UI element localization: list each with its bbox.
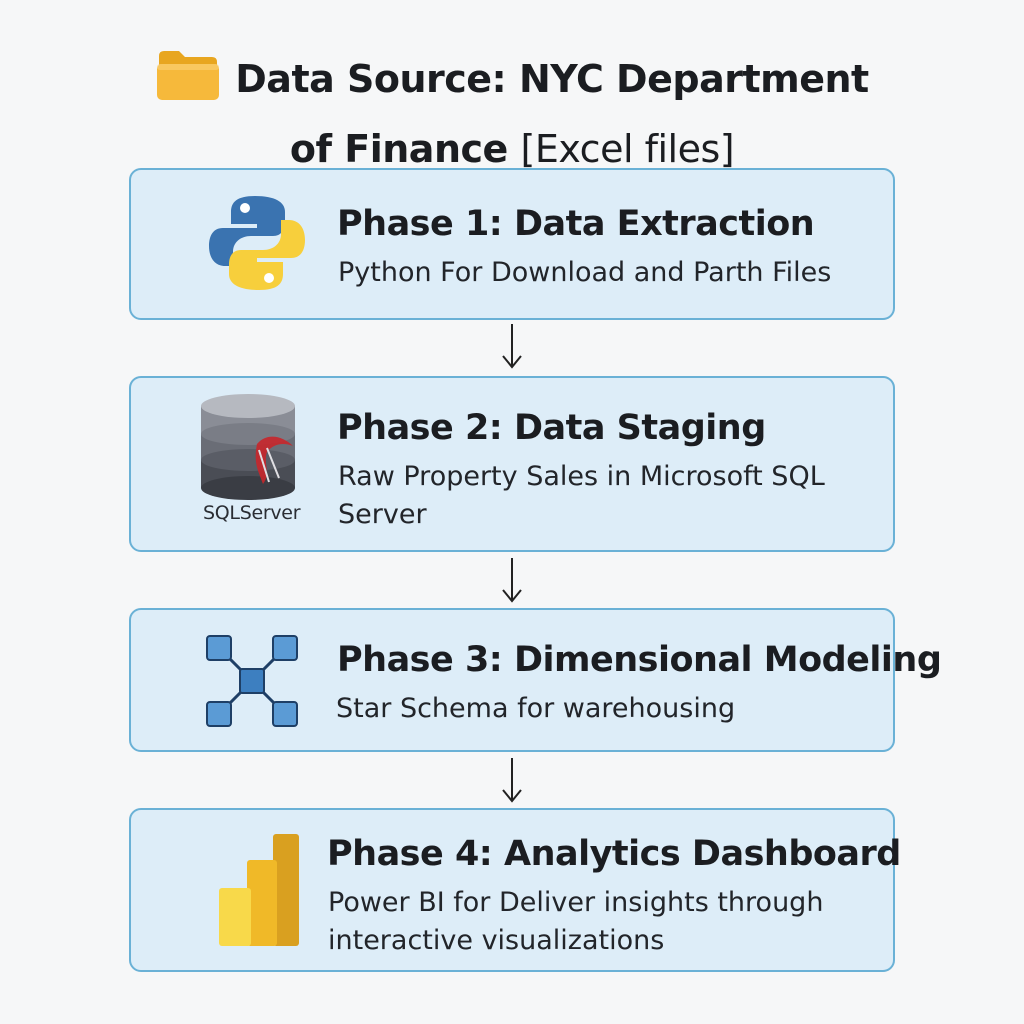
folder-icon: [155, 46, 221, 119]
phase-1-card: Phase 1: Data Extraction Python For Down…: [129, 168, 895, 320]
flow-arrow-3: [502, 758, 522, 803]
phase-1-description: Python For Download and Parth Files: [338, 257, 832, 288]
phase-3-title: Phase 3: Dimensional Modeling: [337, 640, 942, 680]
phase-3-description: Star Schema for warehousing: [336, 693, 736, 724]
flow-arrow-1: [502, 324, 522, 369]
star-schema-icon: [203, 632, 301, 734]
phase-4-title: Phase 4: Analytics Dashboard: [327, 834, 901, 874]
header-title-excel: [Excel files]: [520, 127, 735, 171]
phase-1-title: Phase 1: Data Extraction: [337, 204, 815, 244]
phase-2-card: SQLServer Phase 2: Data Staging Raw Prop…: [129, 376, 895, 552]
phase-3-card: Phase 3: Dimensional Modeling Star Schem…: [129, 608, 942, 752]
header-line-1: Data Source: NYC Department: [0, 46, 1024, 119]
phase-2-title: Phase 2: Data Staging: [337, 408, 766, 448]
sql-server-database-icon: [197, 392, 299, 506]
header-title-line-1: Data Source: NYC Department: [235, 57, 869, 101]
phase-2-description: Raw Property Sales in Microsoft SQL Serv…: [338, 461, 825, 530]
diagram-header: Data Source: NYC Department of Finance […: [0, 46, 1024, 179]
header-title-line-2: of Finance: [289, 127, 508, 171]
flow-arrow-2: [502, 558, 522, 603]
python-logo-icon: [207, 192, 307, 298]
power-bi-logo-icon: [217, 832, 301, 952]
sql-server-icon-label: SQLServer: [203, 502, 301, 524]
phase-4-card: Phase 4: Analytics Dashboard Power BI fo…: [129, 808, 901, 972]
phase-4-description: Power BI for Deliver insights through in…: [328, 887, 824, 956]
